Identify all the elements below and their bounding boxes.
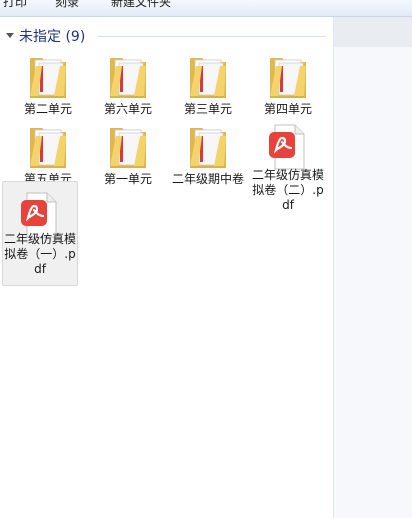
item-label: 第一单元 [103, 172, 152, 186]
pdf-file-icon [250, 118, 326, 174]
folder-icon [10, 48, 86, 104]
print-button[interactable]: 打印 [3, 0, 27, 10]
folder-item[interactable]: 第四单元 [250, 48, 326, 116]
folder-icon [10, 118, 86, 174]
file-item[interactable]: 二年级仿真模拟卷（二）.pdf [250, 118, 326, 220]
folder-icon [90, 118, 166, 174]
new-folder-button[interactable]: 新建文件夹 [111, 0, 171, 10]
folder-item[interactable]: 第三单元 [170, 48, 246, 116]
item-label: 第四单元 [263, 102, 312, 116]
item-label: 第六单元 [103, 102, 152, 116]
group-title: 未指定 (9) [19, 29, 86, 45]
folder-item[interactable]: 第二单元 [10, 48, 86, 116]
folder-item[interactable]: 第六单元 [90, 48, 166, 116]
bottom-area [0, 510, 333, 518]
folder-icon [90, 48, 166, 104]
group-divider [98, 36, 326, 37]
folder-icon [170, 118, 246, 174]
folder-item[interactable]: 二年级期中卷 [170, 118, 246, 186]
folder-item[interactable]: 第一单元 [90, 118, 166, 186]
folder-icon [250, 48, 326, 104]
chevron-down-icon[interactable] [6, 33, 14, 38]
details-pane [333, 17, 412, 518]
details-pane-header [334, 17, 412, 47]
item-label: 第三单元 [183, 102, 232, 116]
item-label: 第二单元 [23, 102, 72, 116]
file-item[interactable]: 二年级仿真模拟卷（一）.pdf [2, 181, 78, 286]
group-header[interactable]: 未指定 (9) [6, 26, 326, 46]
item-label: 二年级仿真模拟卷（二）.pdf [252, 168, 325, 212]
folder-item[interactable]: 第五单元 [10, 118, 86, 186]
burn-button[interactable]: 刻录 [55, 0, 79, 10]
command-bar: 打印 刻录 新建文件夹 [0, 0, 412, 17]
item-label: 二年级期中卷 [172, 172, 245, 186]
item-label: 二年级仿真模拟卷（一）.pdf [4, 232, 77, 276]
folder-icon [170, 48, 246, 104]
